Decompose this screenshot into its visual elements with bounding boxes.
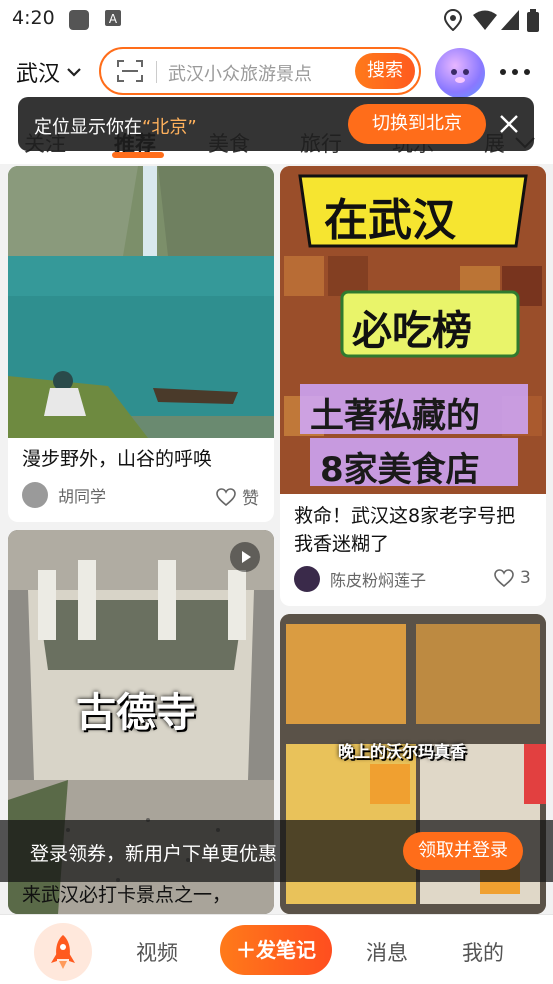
like-count: 3	[520, 568, 531, 588]
nav-home[interactable]	[34, 923, 92, 981]
claim-and-login-button[interactable]: 领取并登录	[403, 832, 523, 870]
video-play-icon	[230, 542, 260, 576]
card-title: 漫步野外，山谷的呼唤	[22, 448, 213, 470]
chevron-down-icon	[67, 68, 81, 77]
heart-icon	[494, 569, 514, 587]
overlay-title: 古德寺	[76, 690, 196, 736]
heart-icon	[216, 487, 236, 506]
login-banner-text: 登录领券，新用户下单更优惠	[30, 843, 278, 865]
overlay-line-2: 必吃榜	[352, 308, 472, 354]
author-avatar	[22, 482, 48, 508]
overlay-line-3: 土著私藏的	[310, 396, 480, 436]
signal-icon	[500, 9, 520, 35]
city-selector[interactable]: 武汉	[16, 56, 82, 88]
bottom-nav: 视频 ＋发笔记 消息 我的	[0, 914, 553, 984]
author-name: 胡同学	[58, 487, 107, 506]
feed-card[interactable]: 在武汉 必吃榜 土著私藏的 8家美食店 救命！武汉这8家老字号把我香迷糊了 陈皮…	[280, 166, 546, 606]
search-input[interactable]: 武汉小众旅游景点	[168, 60, 312, 86]
overlay-line-1: 在武汉	[324, 195, 456, 246]
search-divider	[156, 61, 157, 83]
font-notification-icon: A	[104, 9, 122, 31]
feed-card[interactable]: 漫步野外，山谷的呼唤 胡同学 赞	[8, 166, 274, 522]
author-avatar	[294, 566, 320, 592]
toast-prefix: 定位显示你在	[34, 117, 142, 138]
rocket-icon	[51, 935, 75, 969]
location-toast: 定位显示你在“北京” 切换到北京	[18, 97, 534, 151]
status-bar: 4:20 A	[0, 0, 553, 38]
status-time: 4:20	[12, 7, 55, 29]
battery-icon	[526, 9, 540, 37]
overlay-title: 晚上的沃尔玛真香	[338, 742, 467, 761]
app-notification-icon	[68, 9, 90, 35]
overlay-line-4: 8家美食店	[320, 450, 480, 490]
search-box[interactable]: 武汉小众旅游景点 搜索	[99, 47, 421, 95]
svg-text:A: A	[109, 12, 118, 26]
card-image-valley	[8, 166, 274, 438]
city-name: 武汉	[16, 62, 61, 87]
toast-city: “北京”	[142, 117, 197, 138]
scan-icon[interactable]	[117, 60, 143, 86]
nav-me[interactable]: 我的	[462, 937, 504, 967]
author-name: 陈皮粉焖莲子	[330, 571, 427, 590]
card-author[interactable]: 陈皮粉焖莲子	[294, 566, 426, 592]
active-tab-indicator	[112, 152, 164, 158]
toast-message: 定位显示你在“北京”	[34, 113, 197, 139]
like-button[interactable]: 赞	[216, 484, 259, 509]
more-icon[interactable]	[498, 58, 532, 86]
card-title: 来武汉必打卡景点之一，	[22, 884, 232, 906]
location-icon	[443, 8, 463, 35]
card-author[interactable]: 胡同学	[22, 482, 106, 508]
wifi-icon	[472, 9, 498, 35]
like-button[interactable]: 3	[494, 568, 531, 588]
avatar[interactable]	[435, 48, 485, 98]
nav-video[interactable]: 视频	[136, 937, 178, 967]
search-button[interactable]: 搜索	[355, 53, 415, 89]
nav-messages[interactable]: 消息	[366, 937, 408, 967]
switch-city-button[interactable]: 切换到北京	[348, 104, 486, 144]
close-icon[interactable]	[496, 111, 522, 137]
like-count: 赞	[242, 489, 259, 509]
login-banner: 登录领券，新用户下单更优惠 领取并登录	[0, 820, 553, 882]
publish-note-button[interactable]: ＋发笔记	[220, 925, 332, 975]
card-title: 救命！武汉这8家老字号把我香迷糊了	[294, 505, 516, 555]
